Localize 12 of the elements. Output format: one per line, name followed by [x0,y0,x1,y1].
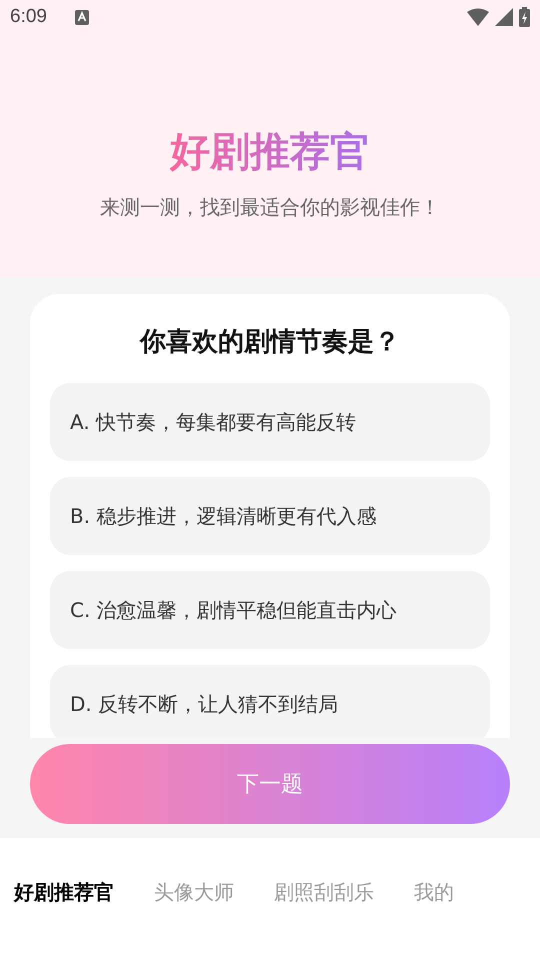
answer-option[interactable]: C. 治愈温馨，剧情平稳但能直击内心 [50,571,490,649]
answer-option[interactable]: A. 快节奏，每集都要有高能反转 [50,383,490,461]
question-text: 你喜欢的剧情节奏是？ [138,326,401,359]
signal-icon [495,8,513,26]
subtitle: 来测一测，找到最适合你的影视佳作！ [100,194,440,221]
answer-option[interactable]: B. 稳步推进，逻辑清晰更有代入感 [50,477,490,555]
status-time: 6:09 [10,6,47,28]
wifi-icon [467,8,489,26]
answer-option[interactable]: D. 反转不断，让人猜不到结局 [50,665,490,738]
battery-charging-icon [519,7,530,27]
nav-tab[interactable]: 好剧推荐官 [14,878,114,906]
keyboard-notification-icon [74,10,89,24]
